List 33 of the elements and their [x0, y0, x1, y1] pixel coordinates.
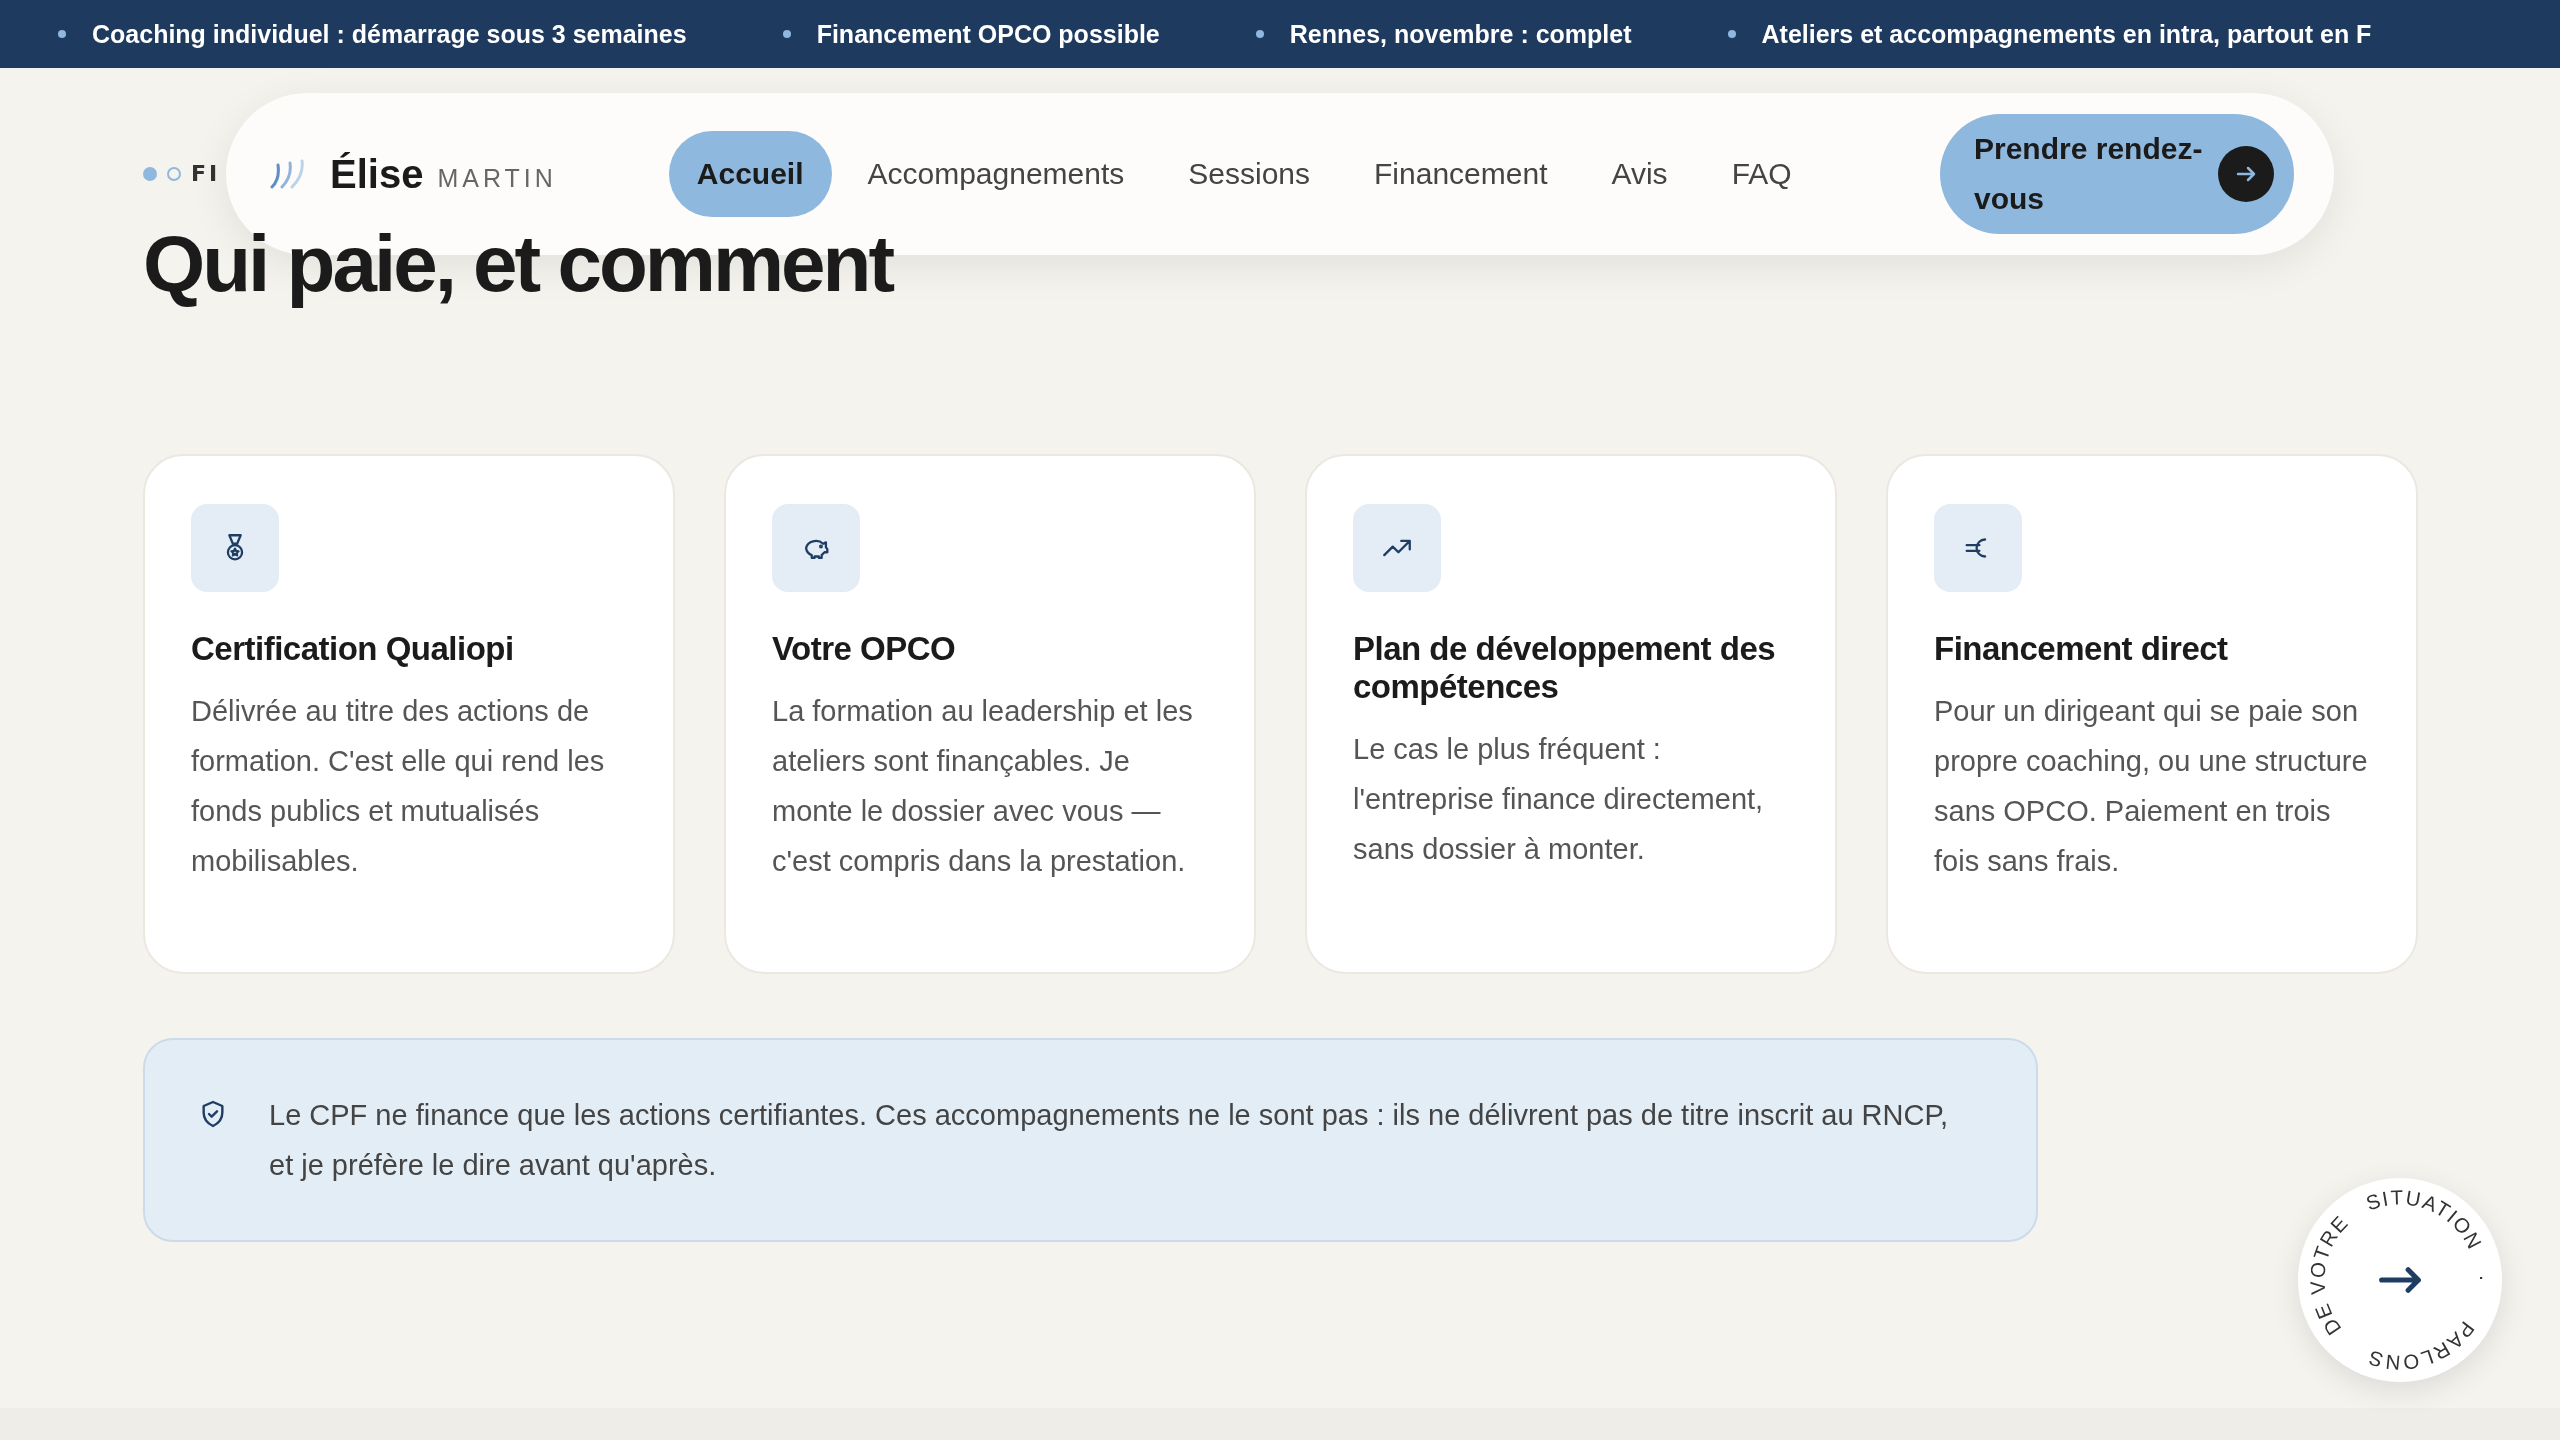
announcement-text: Ateliers et accompagnements en intra, partout en F	[1761, 19, 2372, 49]
section-heading: Qui paie, et comment	[143, 218, 893, 310]
announcement-text: Rennes, novembre : complet	[1289, 19, 1632, 49]
logo-name[interactable]: Élise	[330, 151, 424, 197]
card-text: Le cas le plus fréquent : l'entreprise finance directement, sans dossier à monter.	[1353, 732, 1765, 867]
card-title: Plan de développement des compétences	[1353, 630, 1777, 706]
nav-link[interactable]: Accompagnements	[839, 131, 1153, 217]
notice-text: Le CPF ne finance que les actions certifiantes. Ces accompagnements ne le sont pas : ils ne délivrent pas de titre inscrit au RNCP, et je préfère le dire avant qu'après.	[269, 1098, 1950, 1183]
arrow-right-icon	[2218, 146, 2274, 202]
card-title: Financement direct	[1934, 630, 2229, 668]
bullet-icon	[1255, 30, 1264, 38]
bullet-icon	[58, 30, 66, 38]
card-text: La formation au leadership et les ateliers sont finançables. Je monte le dossier avec vous — c'est compris dans la prestation.	[772, 694, 1194, 879]
pager-dot[interactable]	[143, 166, 157, 181]
nav-link[interactable]: Accueil	[668, 131, 832, 217]
nav-link[interactable]: Financement	[1346, 131, 1576, 217]
card-title: Certification Qualiopi	[191, 630, 515, 668]
card-text: Délivrée au titre des actions de formation. C'est elle qui rend les fonds publics et mutualisés mobilisables.	[191, 694, 606, 879]
announcement-text: Coaching individuel : démarrage sous 3 semaines	[92, 19, 687, 49]
announcement-text: Financement OPCO possible	[816, 19, 1160, 49]
curved-text: ·	[2471, 1274, 2494, 1284]
card-text: Pour un dirigeant qui se paie son propre coaching, ou une structure sans OPCO. Paiement en trois fois sans frais.	[1934, 694, 2369, 879]
bullet-icon	[782, 30, 791, 38]
nav-link[interactable]: Sessions	[1160, 131, 1339, 217]
arrow-right-icon	[2379, 1267, 2421, 1293]
pager-dot[interactable]	[167, 166, 181, 181]
nav-link[interactable]: Avis	[1583, 131, 1696, 217]
nav-link[interactable]: FAQ	[1703, 131, 1820, 217]
card-title: Votre OPCO	[772, 630, 957, 668]
logo-surname[interactable]: MARTIN	[437, 163, 557, 193]
appointment-button[interactable]: Prendre rendez-vous	[1940, 114, 2294, 234]
eyebrow-label: FI	[191, 161, 221, 186]
bullet-icon	[1727, 30, 1736, 38]
